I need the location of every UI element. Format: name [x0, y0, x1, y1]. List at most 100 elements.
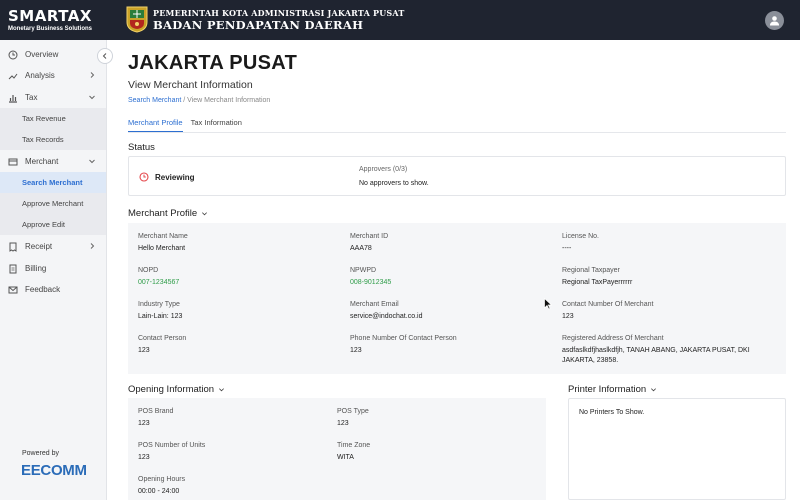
mouse-cursor-icon — [544, 298, 552, 310]
field-value: Regional TaxPayerrrrrr — [562, 279, 633, 286]
city-emblem-icon — [126, 6, 148, 33]
sidebar-item-label: Receipt — [25, 242, 53, 251]
status-section-title: Status — [128, 142, 155, 153]
field-pos-brand: POS Brand 123 — [138, 407, 328, 429]
bar-chart-icon — [8, 93, 18, 103]
field-pos-units: POS Number of Units 123 — [138, 441, 328, 463]
eecomm-logo: EECOMM — [21, 462, 87, 479]
field-label: Contact Number Of Merchant — [562, 301, 654, 308]
field-value: service@indochat.co.id — [350, 313, 423, 320]
field-time-zone: Time Zone WITA — [337, 441, 527, 463]
tab-bar: Merchant Profile Tax Information — [128, 118, 242, 132]
field-license-no: License No. ---- — [562, 232, 772, 254]
printer-info-section-title[interactable]: Printer Information — [568, 384, 657, 395]
clock-icon — [139, 172, 149, 182]
tab-merchant-profile[interactable]: Merchant Profile — [128, 118, 183, 132]
user-avatar[interactable] — [765, 11, 784, 30]
sidebar-item-label: Feedback — [25, 285, 61, 294]
chevron-down-icon — [219, 388, 225, 392]
sidebar-item-label: Merchant — [25, 157, 59, 166]
sidebar-item-label: Billing — [25, 264, 47, 273]
brand-name: SMARTAX — [8, 6, 92, 25]
field-label: NPWPD — [350, 267, 377, 274]
opening-info-title: Opening Information — [128, 384, 215, 395]
approvers-label: Approvers (0/3) — [359, 166, 408, 173]
field-value: 123 — [562, 313, 574, 320]
status-state: Reviewing — [139, 172, 195, 182]
field-label: License No. — [562, 233, 599, 240]
sidebar-item-approve-edit[interactable]: Approve Edit — [0, 214, 106, 235]
sidebar-collapse-button[interactable] — [97, 48, 113, 64]
opening-info-panel: POS Brand 123 POS Type 123 POS Number of… — [128, 398, 546, 500]
trend-icon — [8, 71, 18, 81]
field-npwpd: NPWPD 008-9012345 — [350, 266, 550, 288]
printer-info-title: Printer Information — [568, 384, 647, 395]
mail-icon — [8, 285, 18, 295]
field-value: 123 — [337, 420, 349, 427]
field-value: AAA78 — [350, 245, 372, 252]
sidebar-item-label: Overview — [25, 50, 59, 59]
field-value: asdfaslkdfjhaslkdfjh, TANAH ABANG, JAKAR… — [562, 347, 750, 364]
sidebar-item-overview[interactable]: Overview — [0, 44, 106, 65]
field-merchant-name: Merchant Name Hello Merchant — [138, 232, 338, 254]
merchant-profile-section-title[interactable]: Merchant Profile — [128, 208, 208, 219]
sidebar-item-tax[interactable]: Tax — [0, 87, 106, 108]
breadcrumb: Search Merchant / View Merchant Informat… — [128, 97, 270, 104]
billing-icon — [8, 264, 18, 274]
field-value: 123 — [138, 347, 150, 354]
government-title: PEMERINTAH KOTA ADMINISTRASI JAKARTA PUS… — [153, 8, 404, 32]
field-label: POS Number of Units — [138, 442, 206, 449]
chevron-right-icon — [90, 72, 95, 78]
field-opening-hours: Opening Hours 00:00 - 24:00 — [138, 475, 328, 497]
field-label: Regional Taxpayer — [562, 267, 620, 274]
breadcrumb-current: / View Merchant Information — [183, 97, 271, 104]
field-label: POS Type — [337, 408, 369, 415]
user-icon — [770, 16, 779, 26]
sidebar-item-label: Tax — [25, 93, 38, 102]
page-title: JAKARTA PUSAT — [128, 52, 298, 74]
sidebar: Overview Analysis Tax Tax Revenue Tax Re… — [0, 40, 107, 500]
field-value: 007-1234567 — [138, 279, 180, 286]
field-value: Hello Merchant — [138, 245, 186, 252]
sidebar-item-receipt[interactable]: Receipt — [0, 236, 106, 257]
sidebar-item-label: Search Merchant — [22, 178, 83, 187]
printer-info-card: No Printers To Show. — [568, 398, 786, 500]
sidebar-item-label: Approve Merchant — [22, 199, 84, 208]
field-label: Merchant ID — [350, 233, 389, 240]
field-contact-person: Contact Person 123 — [138, 334, 338, 356]
status-title: Status — [128, 142, 155, 153]
sidebar-item-search-merchant[interactable]: Search Merchant — [0, 172, 106, 193]
field-value: 123 — [350, 347, 362, 354]
tab-tax-information[interactable]: Tax Information — [191, 118, 242, 132]
field-label: Merchant Name — [138, 233, 188, 240]
sidebar-item-billing[interactable]: Billing — [0, 258, 106, 279]
chevron-down-icon — [202, 212, 208, 216]
page-subtitle: View Merchant Information — [128, 79, 253, 91]
opening-info-section-title[interactable]: Opening Information — [128, 384, 225, 395]
field-pos-type: POS Type 123 — [337, 407, 527, 429]
field-value: WITA — [337, 454, 354, 461]
government-line-1: PEMERINTAH KOTA ADMINISTRASI JAKARTA PUS… — [153, 8, 405, 18]
printer-empty-message: No Printers To Show. — [579, 409, 645, 416]
sidebar-item-tax-revenue[interactable]: Tax Revenue — [0, 108, 106, 129]
sidebar-item-label: Analysis — [25, 71, 55, 80]
chevron-right-icon — [90, 243, 95, 249]
field-value: 123 — [138, 454, 150, 461]
field-value: 123 — [138, 420, 150, 427]
chevron-left-icon — [102, 53, 107, 59]
chevron-down-icon — [89, 95, 95, 100]
store-icon — [8, 157, 18, 167]
status-card: Reviewing Approvers (0/3) No approvers t… — [128, 156, 786, 196]
field-label: POS Brand — [138, 408, 174, 415]
brand-logo[interactable]: SMARTAX Monetary Business Solutions — [0, 8, 107, 33]
breadcrumb-link-search-merchant[interactable]: Search Merchant — [128, 97, 181, 104]
sidebar-item-merchant[interactable]: Merchant — [0, 151, 106, 172]
field-contact-person-phone: Phone Number Of Contact Person 123 — [350, 334, 550, 356]
approvers-value: No approvers to show. — [359, 180, 429, 187]
sidebar-item-feedback[interactable]: Feedback — [0, 279, 106, 300]
field-contact-number: Contact Number Of Merchant 123 — [562, 300, 772, 322]
sidebar-item-analysis[interactable]: Analysis — [0, 65, 106, 86]
sidebar-item-tax-records[interactable]: Tax Records — [0, 129, 106, 150]
sidebar-item-approve-merchant[interactable]: Approve Merchant — [0, 193, 106, 214]
field-label: Phone Number Of Contact Person — [350, 335, 457, 342]
